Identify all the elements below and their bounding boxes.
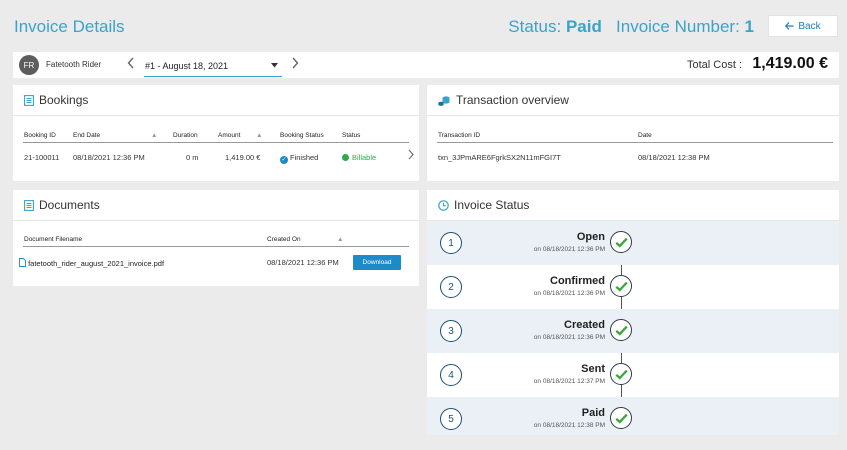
invoice-number-label: Invoice Number: [616,17,740,36]
col-booking-id[interactable]: Booking ID [24,132,56,139]
invoice-status-summary: Status: Paid Invoice Number: 1 [508,17,754,37]
document-list-icon [24,94,34,106]
document-filename: fatetooth_rider_august_2021_invoice.pdf [28,259,165,268]
billing-status-text: Billable [352,153,377,162]
documents-header: Documents [13,190,419,221]
coins-icon [438,95,450,106]
status-value: Paid [565,17,602,36]
col-duration[interactable]: Duration [173,132,198,139]
bookings-header: Bookings [13,85,419,116]
chevron-right-icon [408,149,414,160]
documents-panel: Documents Document Filename Created On ▲… [13,190,419,286]
bookings-title: Bookings [39,93,89,107]
check-circle-icon [610,275,632,297]
clock-icon [438,199,449,211]
invoice-status-header: Invoice Status [427,190,839,221]
row-expand-button[interactable] [408,149,414,162]
step-date: on 08/18/2021 12:36 PM [533,290,605,297]
chevron-right-icon [292,57,299,69]
check-circle-icon [610,319,632,341]
download-button[interactable]: Download [353,255,401,270]
step-date: on 08/18/2021 12:36 PM [533,334,605,341]
booking-status: ✓ Finished [280,153,318,164]
booking-id: 21-100011 [24,153,60,162]
check-circle-icon [610,407,632,429]
col-transaction-id[interactable]: Transaction ID [438,132,480,139]
billing-status: Billable [342,153,376,162]
step-number: 5 [440,408,462,430]
transaction-id: txn_3JPmARE6FgrkSX2N11mFGI7T [438,153,561,162]
status-step-created: 3 Created on 08/18/2021 12:36 PM [427,309,839,353]
document-link[interactable]: fatetooth_rider_august_2021_invoice.pdf [19,258,164,268]
status-step-open: 1 Open on 08/18/2021 12:36 PM [427,221,839,265]
sort-up-icon[interactable]: ▲ [256,132,262,139]
booking-duration: 0 m [186,153,199,162]
transaction-date: 08/18/2021 12:38 PM [638,153,710,162]
check-icon: ✓ [280,156,288,164]
status-step-sent: 4 Sent on 08/18/2021 12:37 PM [427,353,839,397]
transactions-header: Transaction overview [427,85,839,116]
status-step-paid: 5 Paid on 08/18/2021 12:38 PM [427,397,839,435]
step-number: 2 [440,276,462,298]
step-number: 3 [440,320,462,342]
col-status[interactable]: Status [342,132,360,139]
step-label: Open [576,231,605,243]
chevron-left-icon [127,57,134,69]
step-label: Confirmed [550,275,605,287]
check-circle-icon [610,231,632,253]
col-created-on[interactable]: Created On [267,236,301,243]
step-number: 4 [440,364,462,386]
check-circle-icon [610,363,632,385]
sort-up-icon[interactable]: ▲ [151,132,157,139]
table-divider [437,142,833,143]
back-button[interactable]: Back [768,15,838,37]
total-cost-value: 1,419.00 € [752,55,828,72]
col-end-date[interactable]: End Date [73,132,100,139]
total-cost-label: Total Cost : [686,59,742,71]
step-label: Sent [581,363,605,375]
invoice-select-value: #1 - August 18, 2021 [145,60,229,71]
back-button-label: Back [798,20,821,32]
col-document-filename[interactable]: Document Filename [24,236,82,243]
document-created-on: 08/18/2021 12:36 PM [267,258,339,267]
transactions-panel: Transaction overview Transaction ID Date… [427,85,839,181]
document-list-icon [24,199,34,211]
invoice-toolbar: FR Fatetooth Rider #1 - August 18, 2021 … [13,52,839,78]
step-date: on 08/18/2021 12:36 PM [533,246,605,253]
avatar: FR [19,55,39,75]
col-transaction-date[interactable]: Date [638,132,652,139]
col-booking-status[interactable]: Booking Status [280,132,324,139]
col-amount[interactable]: Amount [218,132,240,139]
booking-amount: 1,419.00 € [225,153,261,162]
invoice-select[interactable]: #1 - August 18, 2021 [144,55,282,77]
step-label: Created [564,319,605,331]
booking-status-text: Finished [290,153,319,162]
customer-name: Fatetooth Rider [46,60,102,69]
step-date: on 08/18/2021 12:38 PM [533,422,605,429]
status-label: Status: [508,17,562,36]
booking-end-date: 08/18/2021 12:36 PM [73,153,145,162]
previous-invoice-button[interactable] [127,57,135,72]
table-divider [23,142,409,143]
caret-down-icon [271,63,278,68]
invoice-status-title: Invoice Status [454,198,530,212]
bookings-panel: Bookings Booking ID End Date ▲ Duration … [13,85,419,181]
status-step-confirmed: 2 Confirmed on 08/18/2021 12:36 PM [427,265,839,309]
sort-up-icon[interactable]: ▲ [337,236,343,243]
table-divider [23,246,409,247]
invoice-number-value: 1 [744,17,754,36]
file-icon [19,258,26,267]
invoice-status-panel: Invoice Status 1 Open on 08/18/2021 12:3… [427,190,839,435]
step-number: 1 [440,232,462,254]
arrow-left-icon [785,22,794,30]
page-title: Invoice Details [14,17,125,36]
documents-title: Documents [39,198,100,212]
transactions-title: Transaction overview [456,93,569,107]
status-dot-icon [342,154,349,161]
step-date: on 08/18/2021 12:37 PM [533,378,605,385]
step-label: Paid [581,407,605,419]
next-invoice-button[interactable] [291,57,299,72]
